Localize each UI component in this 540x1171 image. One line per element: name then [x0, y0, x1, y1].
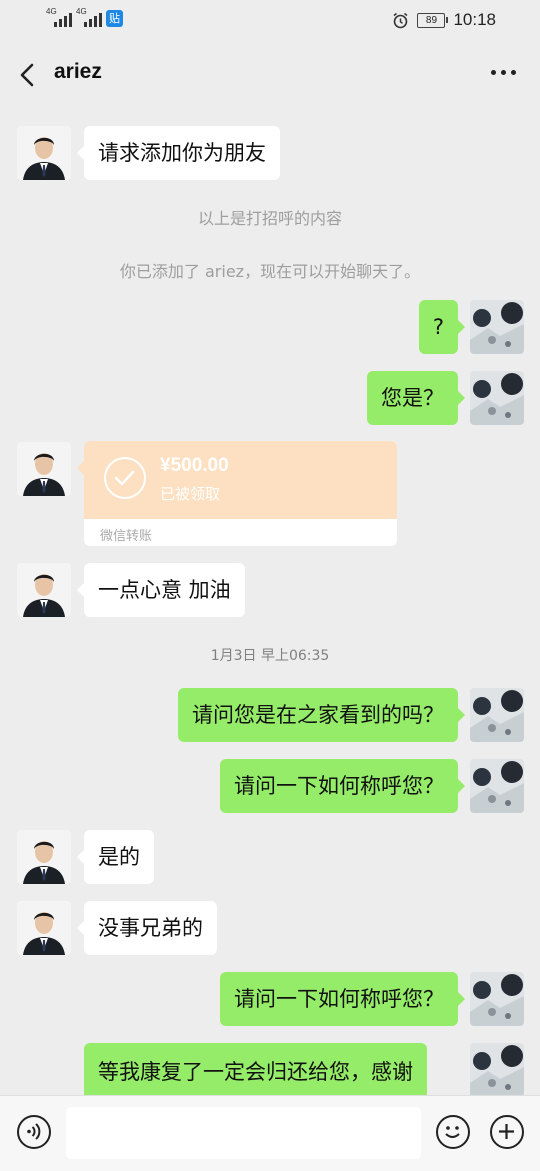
message-bubble-outgoing[interactable]: ?: [418, 300, 466, 354]
message-bubble-incoming[interactable]: 是的: [77, 830, 154, 884]
system-message: 以上是打招呼的内容: [197, 209, 342, 228]
contact-avatar[interactable]: [17, 830, 71, 884]
message-bubble-outgoing[interactable]: 请问您是在之家看到的吗？: [178, 688, 465, 742]
my-avatar[interactable]: [470, 759, 524, 813]
transfer-amount: ¥500.00: [160, 455, 229, 476]
my-avatar[interactable]: [470, 371, 524, 425]
my-avatar[interactable]: [470, 300, 524, 354]
message-bubble-incoming[interactable]: 请求添加你为朋友: [77, 126, 280, 180]
message-bubble-incoming[interactable]: 一点心意 加油: [77, 563, 245, 617]
voice-input-icon[interactable]: [17, 1115, 51, 1149]
signal-icon-2: 4G: [76, 7, 102, 27]
contact-avatar[interactable]: [17, 901, 71, 955]
transfer-status: 已被领取: [160, 485, 221, 503]
more-options-icon[interactable]: [491, 70, 516, 75]
emoji-icon[interactable]: [436, 1115, 470, 1149]
message-bubble-outgoing[interactable]: 请问一下如何称呼您？: [220, 759, 465, 813]
alarm-icon: [393, 12, 408, 28]
message-bubble-outgoing[interactable]: 您是？: [367, 371, 465, 425]
clock: 10:18: [453, 10, 496, 29]
message-bubble-incoming[interactable]: 没事兄弟的: [77, 901, 217, 955]
app-notification-icon: 贴: [106, 10, 123, 27]
contact-avatar[interactable]: [17, 442, 71, 496]
battery-icon: 89: [417, 12, 449, 28]
signal-icon: 4G: [46, 7, 72, 27]
system-message: 你已添加了 ariez，现在可以开始聊天了。: [119, 262, 421, 281]
chat-header: ariez: [0, 42, 540, 108]
back-arrow-icon[interactable]: [14, 60, 42, 90]
contact-avatar[interactable]: [17, 563, 71, 617]
chat-title: ariez: [54, 60, 102, 83]
input-bar: [0, 1095, 540, 1171]
message-bubble-outgoing[interactable]: 请问一下如何称呼您？: [220, 972, 465, 1026]
check-icon: [104, 457, 146, 499]
my-avatar[interactable]: [470, 972, 524, 1026]
transfer-label: 微信转账: [100, 529, 153, 544]
my-avatar[interactable]: [470, 1043, 524, 1097]
add-more-icon[interactable]: [490, 1115, 524, 1149]
message-input[interactable]: [66, 1107, 421, 1159]
my-avatar[interactable]: [470, 688, 524, 742]
contact-avatar[interactable]: [17, 126, 71, 180]
transfer-tail: [77, 461, 84, 475]
transfer-card-top: ¥500.00 已被领取: [84, 441, 397, 519]
transfer-card[interactable]: ¥500.00 已被领取 微信转账: [84, 441, 397, 546]
status-bar: 4G 4G 贴 89 10:18: [0, 0, 540, 42]
timestamp: 1月3日 早上06:35: [210, 648, 330, 664]
